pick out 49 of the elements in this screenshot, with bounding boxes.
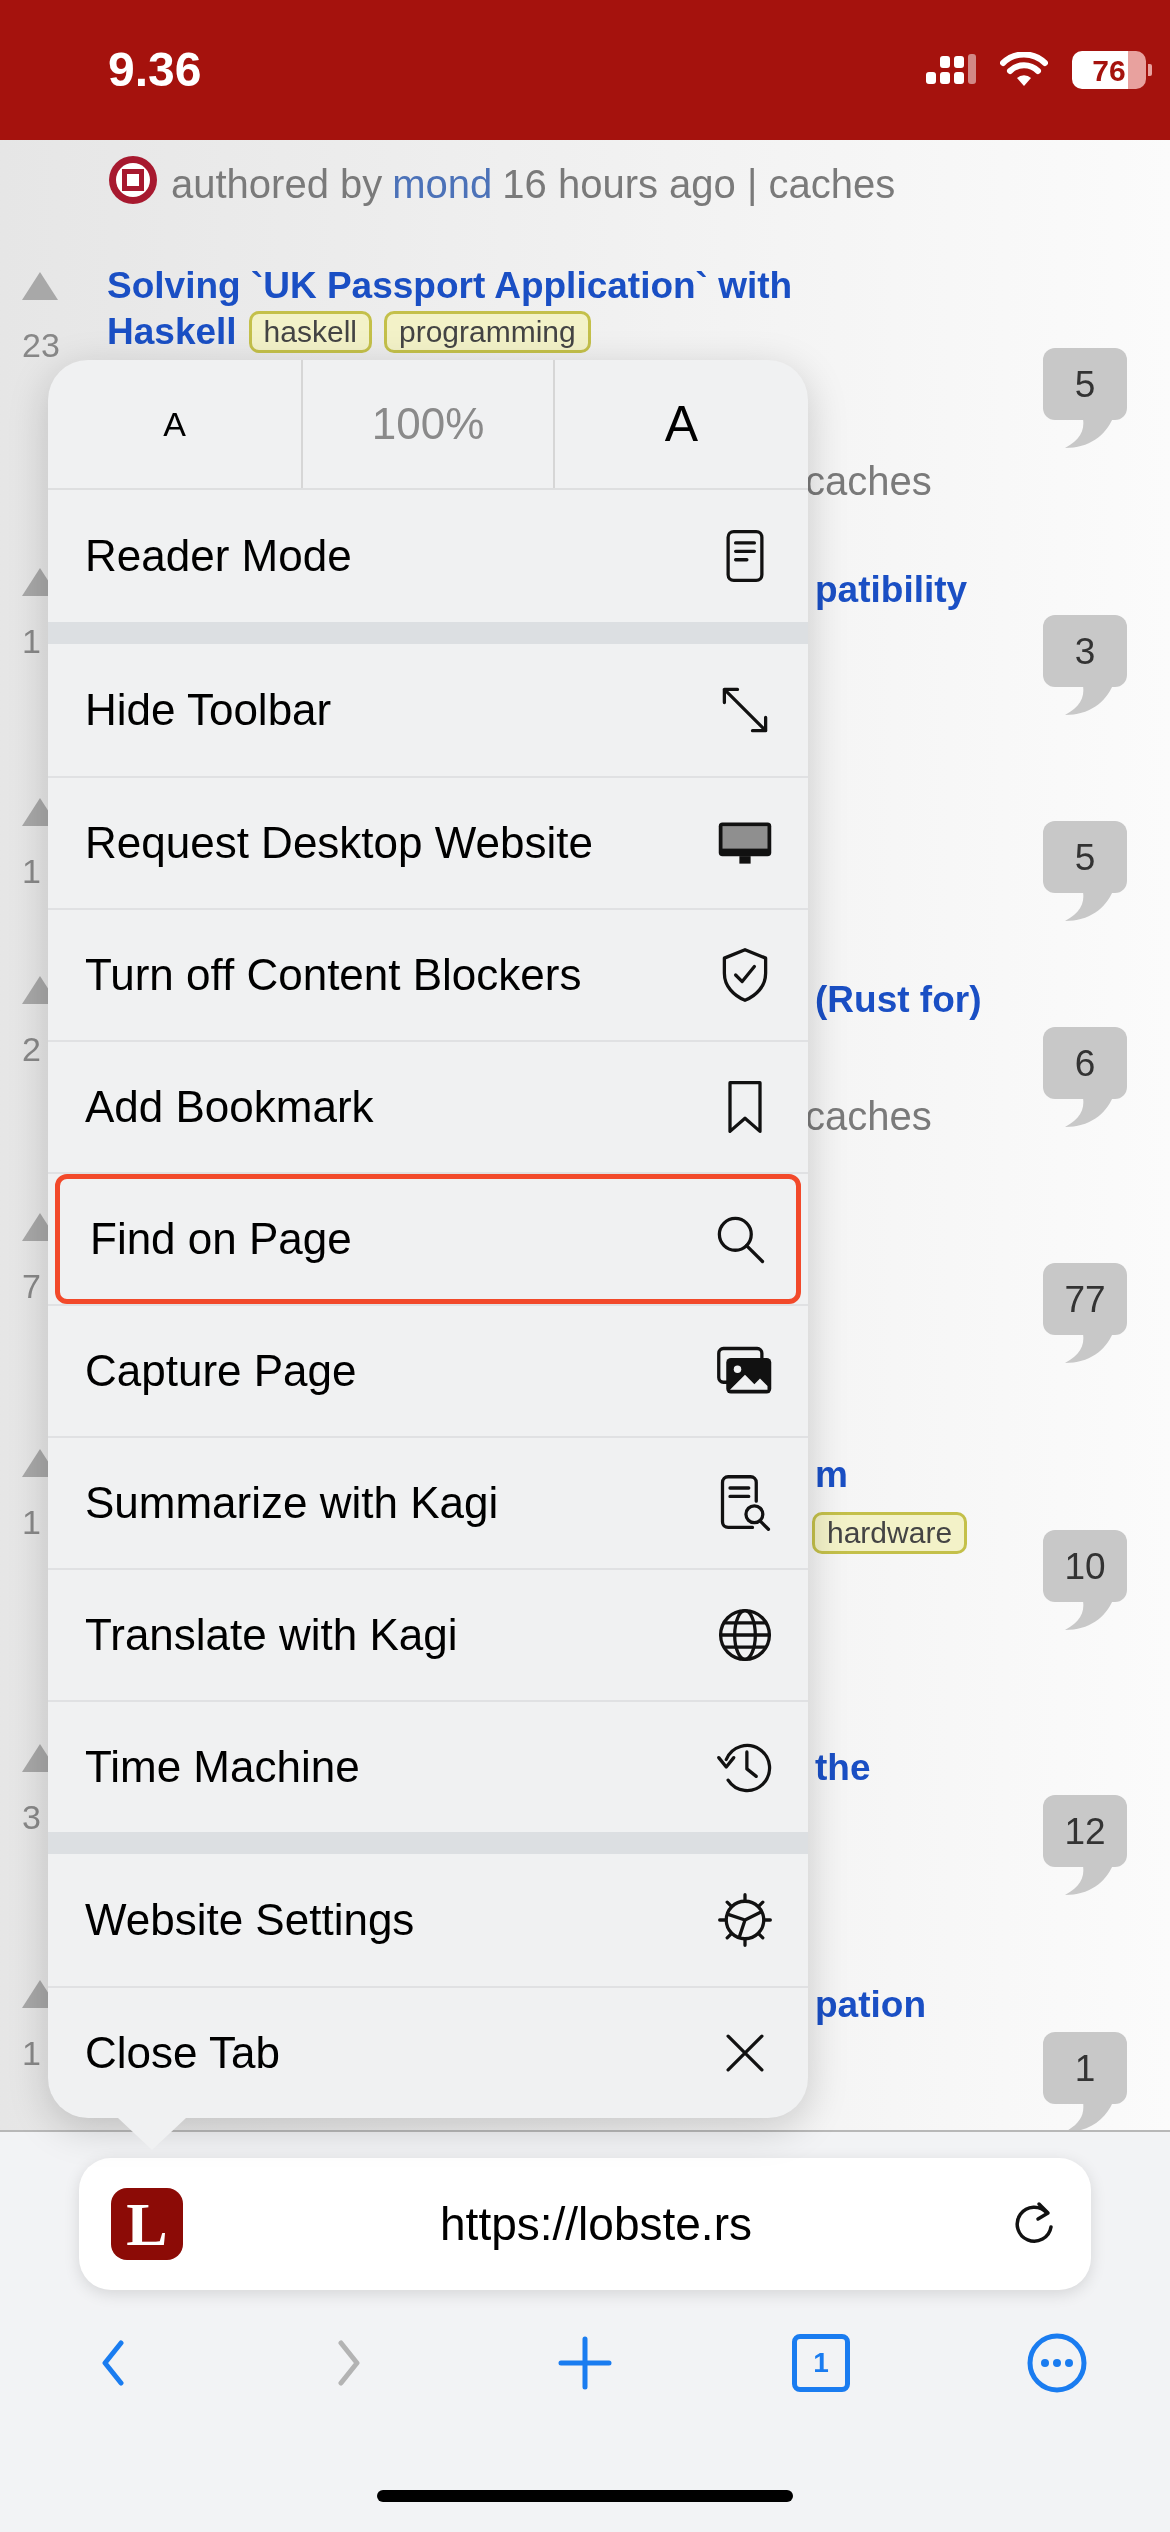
- menu-item[interactable]: Summarize with Kagi: [48, 1438, 808, 1568]
- author-link[interactable]: mond: [392, 154, 493, 214]
- menu-item[interactable]: Turn off Content Blockers: [48, 910, 808, 1040]
- wifi-icon: [1000, 52, 1048, 88]
- site-favicon: L: [111, 2188, 183, 2260]
- story-title[interactable]: m: [815, 1447, 848, 1503]
- tag[interactable]: programming: [384, 311, 591, 353]
- score: 1: [22, 2033, 41, 2073]
- story-meta: caches: [805, 1093, 932, 1140]
- status-time: 9.36: [108, 42, 202, 98]
- menu-item[interactable]: Add Bookmark: [48, 1042, 808, 1172]
- byline-text: authored by: [171, 161, 383, 208]
- story-title[interactable]: the: [815, 1740, 871, 1796]
- menu-item[interactable]: Translate with Kagi: [48, 1570, 808, 1700]
- byline-text: 16 hours ago | caches: [502, 161, 896, 208]
- battery-level: 76: [1092, 52, 1126, 89]
- menu-item[interactable]: Reader Mode: [48, 490, 808, 622]
- tabs-button[interactable]: 1: [776, 2318, 866, 2408]
- story-title[interactable]: pation: [815, 1977, 926, 2033]
- tag[interactable]: haskell: [248, 311, 372, 353]
- story-title[interactable]: (Rust for): [815, 972, 982, 1028]
- tag[interactable]: hardware: [812, 1512, 968, 1554]
- menu-item[interactable]: Hide Toolbar: [48, 644, 808, 776]
- avatar-icon: [107, 154, 159, 206]
- ellipsis-circle-icon: [1025, 2331, 1089, 2395]
- address-bar[interactable]: L https://lobste.rs: [79, 2158, 1091, 2290]
- story-title[interactable]: patibility: [815, 562, 968, 618]
- zoom-level: 100%: [303, 360, 555, 488]
- gear-icon: [715, 1890, 775, 1950]
- menu-item[interactable]: Time Machine: [48, 1702, 808, 1832]
- menu-item[interactable]: Capture Page: [48, 1306, 808, 1436]
- score: 1: [22, 621, 41, 661]
- url-text[interactable]: https://lobste.rs: [183, 2189, 1009, 2259]
- score: 3: [22, 1797, 41, 1837]
- menu-item[interactable]: Website Settings: [48, 1854, 808, 1986]
- upvote-icon[interactable]: [22, 272, 58, 300]
- story-meta: caches: [805, 458, 932, 505]
- score: 1: [22, 1502, 41, 1542]
- menu-item[interactable]: Close Tab: [48, 1988, 808, 2118]
- chevron-right-icon: [338, 2340, 360, 2386]
- chevron-left-icon: [102, 2340, 124, 2386]
- decrease-text-size-button[interactable]: A: [48, 360, 303, 488]
- score: 7: [22, 1266, 41, 1306]
- menu-item[interactable]: Find on Page: [55, 1174, 801, 1304]
- increase-text-size-button[interactable]: A: [555, 360, 808, 488]
- score: 1: [22, 851, 41, 891]
- story-title[interactable]: Solving `UK Passport Application` with: [107, 258, 793, 314]
- score: 2: [22, 1029, 41, 1069]
- menu-item[interactable]: Request Desktop Website: [48, 778, 808, 908]
